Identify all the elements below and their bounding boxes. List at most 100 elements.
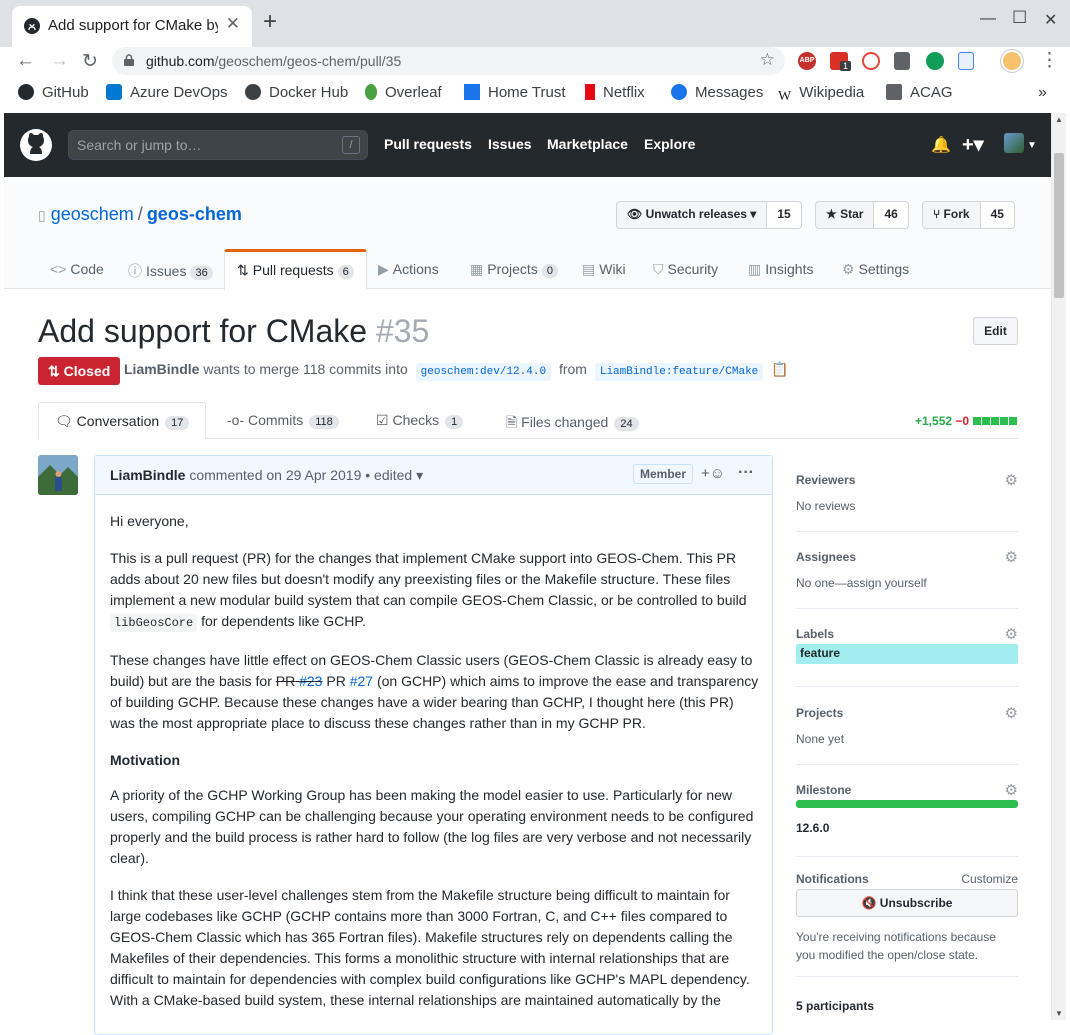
label-feature[interactable]: feature xyxy=(796,644,1018,664)
tab-projects[interactable]: ▦ Projects 0 xyxy=(470,261,558,278)
tab-issues[interactable]: ⓘ Issues 36 xyxy=(128,261,213,281)
plus-dropdown-icon[interactable]: +▾ xyxy=(962,132,984,157)
edit-button[interactable]: Edit xyxy=(973,317,1018,345)
github-favicon-icon xyxy=(24,18,40,34)
diffstat-block xyxy=(982,417,991,425)
page-scrollbar[interactable]: ▲ ▼ xyxy=(1051,113,1066,1020)
bell-icon[interactable]: 🔔 xyxy=(931,135,951,155)
milestone-gear-icon[interactable]: ⚙ xyxy=(1005,781,1018,799)
extension-badge-count: 1 xyxy=(840,61,852,71)
comment-paragraph: Hi everyone, xyxy=(110,513,189,529)
forward-icon[interactable]: → xyxy=(50,50,69,72)
repo-owner-link[interactable]: geoschem xyxy=(51,204,134,224)
base-branch[interactable]: geoschem:dev/12.4.0 xyxy=(415,363,552,381)
tab-wiki[interactable]: ▤ Wiki xyxy=(582,261,626,278)
bookmark-star-icon[interactable]: ☆ xyxy=(760,50,775,70)
bookmark-azure[interactable]: Azure DevOps xyxy=(106,84,228,101)
minimize-icon[interactable]: — xyxy=(980,10,996,28)
chevron-down-icon[interactable]: ▼ xyxy=(1027,140,1037,151)
scroll-down-icon[interactable]: ▼ xyxy=(1055,1009,1063,1018)
tab-security[interactable]: ⛉ Security xyxy=(653,261,718,278)
tab-files-changed[interactable]: 🗎 Files changed 24 xyxy=(506,412,639,436)
tab-settings[interactable]: ⚙ Settings xyxy=(842,261,909,278)
deletions-count: −0 xyxy=(955,414,970,428)
profile-avatar[interactable] xyxy=(1001,50,1023,72)
pr-author-link[interactable]: LiamBindle xyxy=(124,361,199,377)
pr-27-link[interactable]: #27 xyxy=(350,673,373,689)
docs-extension-icon[interactable] xyxy=(958,52,974,70)
star-button[interactable]: ★ Star xyxy=(815,201,875,229)
github-logo-icon[interactable] xyxy=(20,129,52,161)
comment-author-avatar[interactable] xyxy=(38,455,78,495)
nav-marketplace[interactable]: Marketplace xyxy=(547,136,628,152)
nav-pull-requests[interactable]: Pull requests xyxy=(384,136,472,152)
fork-count[interactable]: 45 xyxy=(980,201,1015,229)
user-avatar[interactable] xyxy=(1004,133,1024,153)
tab-code[interactable]: <> Code xyxy=(50,261,104,277)
tab-actions[interactable]: ▶ Actions xyxy=(378,261,439,278)
address-bar[interactable]: github.com/geoschem/geos-chem/pull/35 ☆ xyxy=(112,47,785,75)
reload-icon[interactable]: ↻ xyxy=(82,50,98,73)
comment-author-link[interactable]: LiamBindle xyxy=(110,467,185,483)
clipboard-icon[interactable]: 📋 xyxy=(771,361,788,377)
eye-icon: 👁 xyxy=(627,207,646,221)
participants-heading: 5 participants xyxy=(796,999,875,1013)
scroll-up-icon[interactable]: ▲ xyxy=(1055,115,1063,124)
scrollbar-thumb[interactable] xyxy=(1054,153,1064,298)
assignees-gear-icon[interactable]: ⚙ xyxy=(1005,548,1018,566)
shield-extension-icon[interactable] xyxy=(862,52,880,70)
github-icon xyxy=(18,84,34,100)
fork-button[interactable]: ⑂ Fork xyxy=(922,201,981,229)
new-tab-icon[interactable]: + xyxy=(263,10,277,34)
projects-gear-icon[interactable]: ⚙ xyxy=(1005,704,1018,722)
bookmark-messages[interactable]: Messages xyxy=(671,84,763,101)
repo-name-link[interactable]: geos-chem xyxy=(147,204,242,224)
bookmark-netflix[interactable]: Netflix xyxy=(585,84,645,101)
hangouts-extension-icon[interactable] xyxy=(926,52,944,70)
pr-23-link[interactable]: #23 xyxy=(299,673,322,689)
reader-extension-icon[interactable] xyxy=(894,52,910,70)
more-options-icon[interactable]: ··· xyxy=(738,464,754,482)
bookmark-overleaf[interactable]: Overleaf xyxy=(365,84,442,101)
window-close-icon[interactable]: ✕ xyxy=(1044,10,1057,30)
unwatch-button[interactable]: 👁 Unwatch releases ▾ xyxy=(616,201,768,229)
add-reaction-icon[interactable]: +☺ xyxy=(701,465,725,482)
star-count[interactable]: 46 xyxy=(874,201,909,229)
bookmark-wikipedia[interactable]: W Wikipedia xyxy=(778,84,864,105)
bookmark-github[interactable]: GitHub xyxy=(18,84,89,101)
browser-tab[interactable]: Add support for CMake by LiamBindle ✕ xyxy=(12,6,252,47)
assignees-value[interactable]: No one—assign yourself xyxy=(796,576,927,590)
tab-title: Add support for CMake by LiamBindle xyxy=(48,17,218,34)
unsubscribe-button[interactable]: 🔇 Unsubscribe xyxy=(796,889,1018,917)
milestone-value[interactable]: 12.6.0 xyxy=(796,821,829,835)
tab-insights[interactable]: ▥ Insights xyxy=(748,261,813,278)
reviewers-gear-icon[interactable]: ⚙ xyxy=(1005,471,1018,489)
gear-icon: ⚙ xyxy=(842,261,855,277)
bookmarks-overflow-icon[interactable]: » xyxy=(1038,84,1047,102)
search-input[interactable]: Search or jump to… / xyxy=(68,130,368,160)
bookmark-dockerhub[interactable]: Docker Hub xyxy=(245,84,348,101)
nav-explore[interactable]: Explore xyxy=(644,136,695,152)
adblock-icon[interactable]: ABP xyxy=(798,52,816,70)
back-icon[interactable]: ← xyxy=(16,50,35,72)
tab-commits[interactable]: -o- Commits 118 xyxy=(227,412,339,429)
maximize-icon[interactable]: ☐ xyxy=(1012,8,1027,28)
watch-count[interactable]: 15 xyxy=(767,201,802,229)
bookmark-hometrust[interactable]: Home Trust xyxy=(464,84,566,101)
browser-toolbar: ← → ↻ github.com/geoschem/geos-chem/pull… xyxy=(0,47,1070,79)
tab-checks[interactable]: ☑ Checks 1 xyxy=(376,412,464,429)
bookmark-acag[interactable]: ACAG xyxy=(886,84,953,101)
tab-conversation[interactable]: 🗨 Conversation 17 xyxy=(38,402,206,439)
customize-link[interactable]: Customize xyxy=(961,872,1018,886)
file-diff-icon: 🗎 xyxy=(506,414,522,430)
divider xyxy=(796,976,1018,977)
comment-date[interactable]: commented on 29 Apr 2019 • edited xyxy=(189,467,412,483)
pull-request-icon: ⇅ xyxy=(237,262,249,278)
tab-close-icon[interactable]: ✕ xyxy=(226,14,240,34)
tab-pull-requests[interactable]: ⇅ Pull requests 6 xyxy=(224,249,367,290)
labels-gear-icon[interactable]: ⚙ xyxy=(1005,625,1018,643)
issues-counter: 36 xyxy=(190,266,213,280)
head-branch[interactable]: LiamBindle:feature/CMake xyxy=(594,363,764,381)
chrome-menu-icon[interactable]: ⋮ xyxy=(1040,49,1059,72)
nav-issues[interactable]: Issues xyxy=(488,136,532,152)
